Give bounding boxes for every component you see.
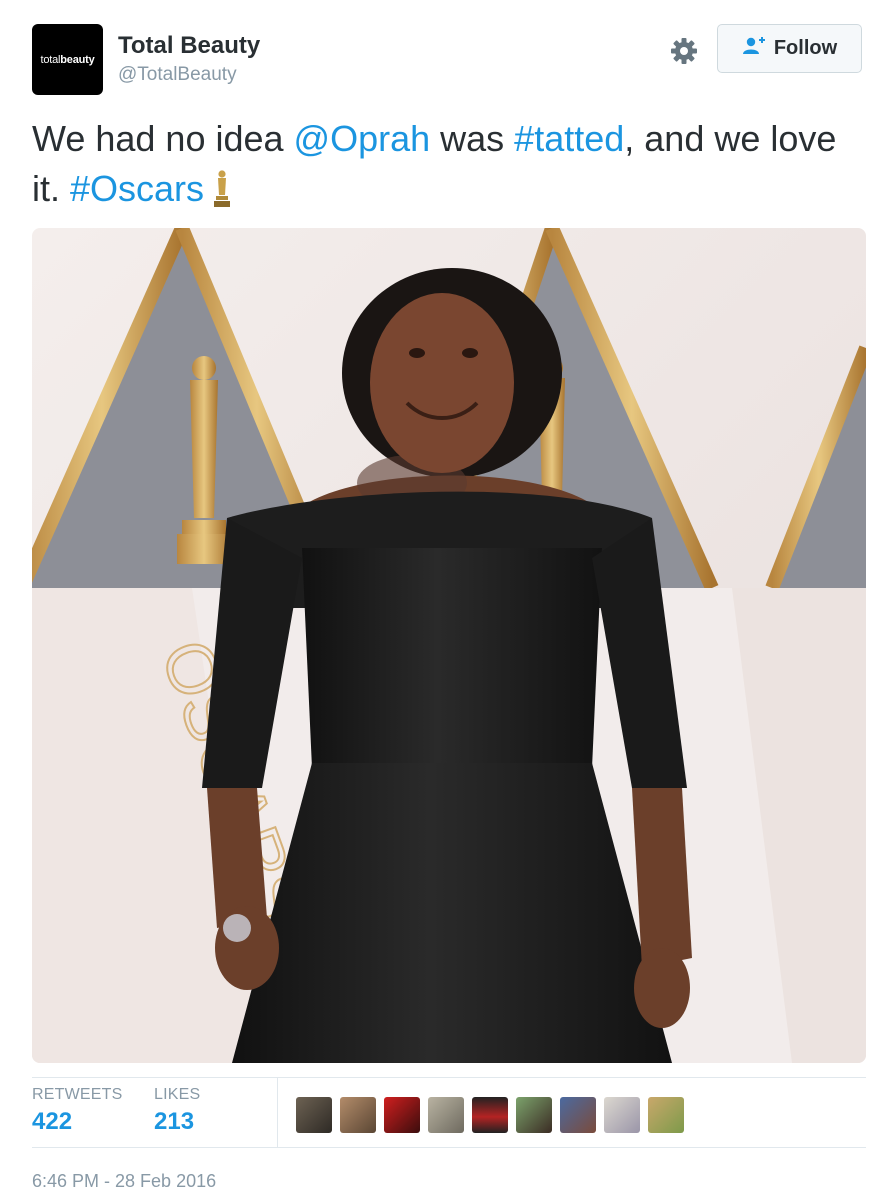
follow-label: Follow <box>773 37 838 59</box>
liker-avatar[interactable] <box>340 1097 376 1133</box>
tweet-text-segment: We had no idea <box>32 118 294 159</box>
liker-avatar[interactable] <box>516 1097 552 1133</box>
retweets-stat[interactable]: RETWEETS 422 <box>32 1086 123 1136</box>
likes-stat[interactable]: LIKES 213 <box>154 1086 200 1136</box>
likes-label: LIKES <box>154 1086 201 1103</box>
tweet-text-segment: was <box>430 118 515 159</box>
retweets-label: RETWEETS <box>32 1086 123 1103</box>
tweet-text: We had no idea @Oprah was #tatted, and w… <box>32 114 862 222</box>
red-carpet-photo: OSCARS <box>32 228 866 1063</box>
avatar[interactable]: totalbeauty <box>32 24 103 95</box>
liker-avatar[interactable] <box>428 1097 464 1133</box>
gear-icon[interactable] <box>668 35 700 67</box>
account-handle[interactable]: @TotalBeauty <box>118 64 237 86</box>
tweet-timestamp[interactable]: 6:46 PM - 28 Feb 2016 <box>32 1171 216 1192</box>
mention-link[interactable]: @Oprah <box>294 118 431 159</box>
hashtag-link-oscars[interactable]: #Oscars <box>70 168 204 209</box>
liker-avatar[interactable] <box>472 1097 508 1133</box>
retweets-count: 422 <box>32 1108 73 1135</box>
likers-avatars <box>296 1097 684 1133</box>
liker-avatar[interactable] <box>384 1097 420 1133</box>
liker-avatar[interactable] <box>560 1097 596 1133</box>
oscar-statuette-icon <box>210 169 234 222</box>
divider <box>277 1078 278 1147</box>
tweet-header: totalbeauty Total Beauty @TotalBeauty Fo… <box>0 0 890 110</box>
add-user-icon <box>742 36 766 61</box>
tweet-photo[interactable]: OSCARS <box>32 228 866 1063</box>
divider <box>32 1077 866 1078</box>
account-name[interactable]: Total Beauty <box>118 32 260 60</box>
follow-button[interactable]: Follow <box>717 24 862 73</box>
avatar-logo-text: totalbeauty <box>40 53 95 66</box>
liker-avatar[interactable] <box>648 1097 684 1133</box>
divider <box>32 1147 866 1148</box>
liker-avatar[interactable] <box>296 1097 332 1133</box>
liker-avatar[interactable] <box>604 1097 640 1133</box>
hashtag-link-tatted[interactable]: #tatted <box>514 118 624 159</box>
likes-count: 213 <box>154 1108 195 1135</box>
